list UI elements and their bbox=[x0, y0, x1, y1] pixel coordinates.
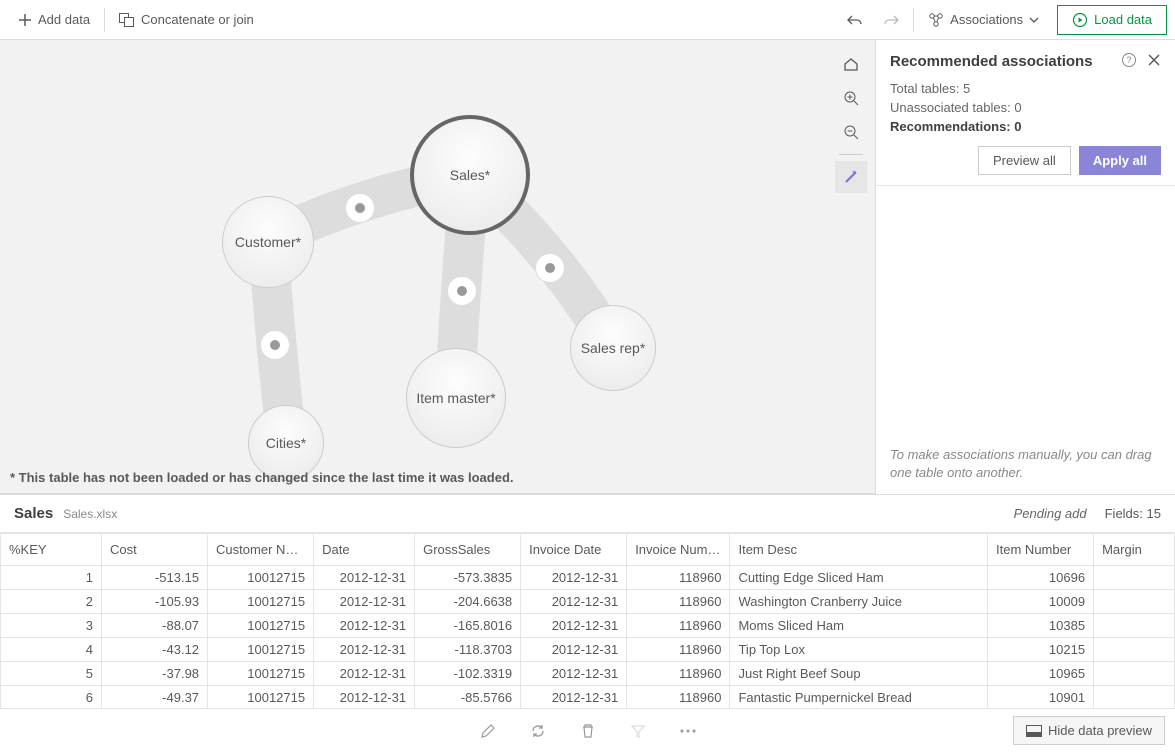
chevron-down-icon bbox=[1029, 17, 1039, 23]
hide-preview-button[interactable]: Hide data preview bbox=[1013, 716, 1165, 745]
bubble-sales[interactable]: Sales* bbox=[410, 115, 530, 235]
col-desc[interactable]: Item Desc bbox=[730, 534, 988, 566]
table-row[interactable]: 1-513.15100127152012-12-31-573.38352012-… bbox=[1, 566, 1175, 590]
wand-icon bbox=[842, 168, 860, 186]
preview-table-name: Sales bbox=[14, 505, 53, 522]
total-tables-row: Total tables: 5 bbox=[890, 81, 1161, 96]
col-key[interactable]: %KEY bbox=[1, 534, 102, 566]
help-icon[interactable]: ? bbox=[1121, 52, 1137, 71]
col-date[interactable]: Date bbox=[314, 534, 415, 566]
plus-icon bbox=[18, 13, 32, 27]
preview-footer: Hide data preview bbox=[0, 708, 1175, 752]
col-margin[interactable]: Margin bbox=[1094, 534, 1175, 566]
load-data-label: Load data bbox=[1094, 12, 1152, 27]
bubble-sales-rep[interactable]: Sales rep* bbox=[570, 305, 656, 391]
col-cost[interactable]: Cost bbox=[102, 534, 208, 566]
panel-icon bbox=[1026, 725, 1042, 737]
preview-file-name: Sales.xlsx bbox=[63, 507, 117, 521]
preview-fields: Fields: 15 bbox=[1105, 506, 1161, 521]
home-icon bbox=[842, 55, 860, 73]
edit-icon[interactable] bbox=[476, 719, 500, 743]
delete-icon[interactable] bbox=[576, 719, 600, 743]
hide-preview-label: Hide data preview bbox=[1048, 723, 1152, 738]
table-row[interactable]: 4-43.12100127152012-12-31-118.37032012-1… bbox=[1, 638, 1175, 662]
play-circle-icon bbox=[1072, 12, 1088, 28]
associations-label: Associations bbox=[950, 12, 1023, 27]
zoom-in-icon bbox=[842, 89, 860, 107]
bubble-cities-label: Cities* bbox=[266, 435, 306, 451]
col-inv[interactable]: Invoice Date bbox=[521, 534, 627, 566]
concat-button[interactable]: Concatenate or join bbox=[109, 6, 264, 33]
bubble-customer-label: Customer* bbox=[235, 234, 301, 250]
data-preview: Sales Sales.xlsx Pending add Fields: 15 … bbox=[0, 494, 1175, 752]
table-row[interactable]: 6-49.37100127152012-12-31-85.57662012-12… bbox=[1, 686, 1175, 709]
undo-icon bbox=[847, 13, 863, 27]
canvas-toolbar bbox=[835, 48, 867, 193]
top-toolbar: Add data Concatenate or join Association… bbox=[0, 0, 1175, 40]
zoom-out-button[interactable] bbox=[835, 116, 867, 148]
col-gross[interactable]: GrossSales bbox=[415, 534, 521, 566]
assoc-node[interactable] bbox=[260, 330, 290, 360]
assoc-node[interactable] bbox=[535, 253, 565, 283]
side-panel-footer: To make associations manually, you can d… bbox=[876, 434, 1175, 494]
bubble-item-master[interactable]: Item master* bbox=[406, 348, 506, 448]
undo-button[interactable] bbox=[837, 7, 873, 33]
canvas-area: Sales* Customer* Cities* Item master* Sa… bbox=[0, 40, 875, 494]
redo-button[interactable] bbox=[873, 7, 909, 33]
add-data-button[interactable]: Add data bbox=[8, 6, 100, 33]
filter-icon[interactable] bbox=[626, 719, 650, 743]
canvas-footnote: * This table has not been loaded or has … bbox=[10, 470, 514, 485]
zoom-out-icon bbox=[842, 123, 860, 141]
table-header-row: %KEY Cost Customer N… Date GrossSales In… bbox=[1, 534, 1175, 566]
col-invnum[interactable]: Invoice Num… bbox=[627, 534, 730, 566]
preview-all-button[interactable]: Preview all bbox=[978, 146, 1071, 175]
close-icon[interactable] bbox=[1147, 53, 1161, 70]
recommendations-row: Recommendations: 0 bbox=[890, 119, 1161, 134]
side-panel: Recommended associations ? Total tables:… bbox=[875, 40, 1175, 494]
assoc-node[interactable] bbox=[345, 193, 375, 223]
refresh-icon[interactable] bbox=[526, 719, 550, 743]
side-panel-title: Recommended associations bbox=[890, 53, 1121, 70]
associations-dropdown[interactable]: Associations bbox=[918, 6, 1049, 34]
redo-icon bbox=[883, 13, 899, 27]
preview-pending: Pending add bbox=[1014, 506, 1087, 521]
add-data-label: Add data bbox=[38, 12, 90, 27]
svg-text:?: ? bbox=[1126, 55, 1131, 65]
apply-all-button[interactable]: Apply all bbox=[1079, 146, 1161, 175]
concat-label: Concatenate or join bbox=[141, 12, 254, 27]
associations-icon bbox=[928, 12, 944, 28]
col-cust[interactable]: Customer N… bbox=[208, 534, 314, 566]
assoc-node[interactable] bbox=[447, 276, 477, 306]
home-zoom-button[interactable] bbox=[835, 48, 867, 80]
concat-icon bbox=[119, 13, 135, 27]
table-row[interactable]: 3-88.07100127152012-12-31-165.80162012-1… bbox=[1, 614, 1175, 638]
data-table: %KEY Cost Customer N… Date GrossSales In… bbox=[0, 533, 1175, 708]
more-icon[interactable] bbox=[676, 719, 700, 743]
bubble-item-master-label: Item master* bbox=[416, 390, 495, 406]
table-row[interactable]: 5-37.98100127152012-12-31-102.33192012-1… bbox=[1, 662, 1175, 686]
bubble-sales-label: Sales* bbox=[450, 167, 490, 183]
magic-wand-button[interactable] bbox=[835, 161, 867, 193]
bubble-sales-rep-label: Sales rep* bbox=[581, 340, 646, 356]
unassoc-tables-row: Unassociated tables: 0 bbox=[890, 100, 1161, 115]
bubble-customer[interactable]: Customer* bbox=[222, 196, 314, 288]
load-data-button[interactable]: Load data bbox=[1057, 5, 1167, 35]
col-itemnum[interactable]: Item Number bbox=[988, 534, 1094, 566]
zoom-in-button[interactable] bbox=[835, 82, 867, 114]
table-row[interactable]: 2-105.93100127152012-12-31-204.66382012-… bbox=[1, 590, 1175, 614]
